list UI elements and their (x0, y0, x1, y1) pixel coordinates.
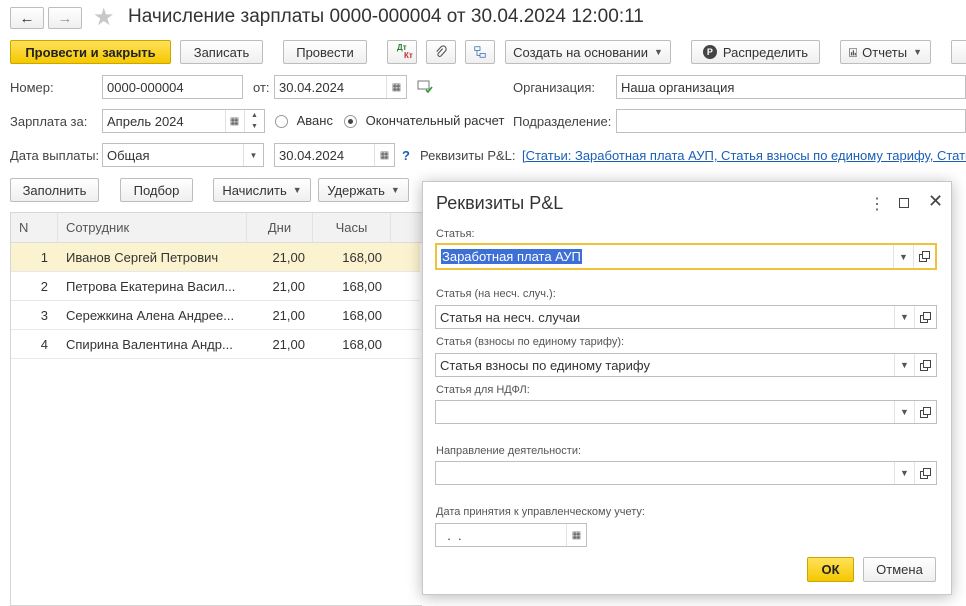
arrow-right-icon: → (57, 9, 73, 27)
table-row[interactable]: 2 Петрова Екатерина Васил... 21,00 168,0… (10, 272, 420, 301)
article-field[interactable]: Заработная плата АУП ▼ (435, 243, 937, 270)
chevron-down-icon: ▼ (292, 185, 302, 195)
direction-field[interactable]: ▼ (435, 461, 937, 485)
pay-date-label: Дата выплаты: (10, 148, 100, 163)
ok-button[interactable]: ОК (807, 557, 854, 582)
forward-button[interactable]: → (48, 7, 82, 29)
pay-date-field[interactable]: 30.04.2024 ▦ (274, 143, 395, 167)
calendar-icon[interactable]: ▦ (374, 144, 394, 166)
open-icon[interactable] (914, 401, 936, 423)
table-header: N Сотрудник Дни Часы (10, 212, 480, 243)
column-header-days[interactable]: Дни (247, 212, 313, 242)
chevron-down-icon: ▼ (653, 47, 663, 57)
withhold-button[interactable]: Удержать ▼ (318, 178, 409, 202)
contributions-article-field[interactable]: Статья взносы по единому тарифу ▼ (435, 353, 937, 377)
division-field[interactable] (616, 109, 966, 133)
comment-icon[interactable] (417, 80, 433, 97)
paperclip-icon (436, 45, 447, 57)
final-calc-radio-circle[interactable] (344, 115, 357, 129)
pl-label: Реквизиты P&L: (420, 148, 516, 163)
arrow-left-icon: ← (19, 9, 35, 27)
close-icon[interactable]: ✕ (928, 191, 943, 212)
post-button[interactable]: Провести (283, 40, 367, 64)
accident-label: Статья (на несч. случ.): (436, 288, 556, 300)
chevron-down-icon: ▼ (390, 185, 400, 195)
direction-label: Направление деятельности: (436, 445, 582, 457)
reports-button[interactable]: Отчеты ▼ (840, 40, 931, 64)
chevron-down-icon[interactable]: ▼ (894, 462, 914, 484)
chevron-down-icon[interactable]: ▼ (894, 306, 914, 328)
salary-for-label: Зарплата за: (10, 114, 88, 129)
cancel-button[interactable]: Отмена (863, 557, 936, 582)
favorite-star-icon[interactable]: ★ (93, 3, 115, 32)
structure-button[interactable] (465, 40, 495, 64)
contributions-label: Статья (взносы по единому тарифу): (436, 336, 625, 348)
table-row[interactable]: 3 Сережкина Алена Андрее... 21,00 168,00 (10, 301, 420, 330)
dt-kt-icon: Дт Кт (397, 43, 413, 60)
chevron-down-icon[interactable]: ▼ (243, 144, 263, 166)
dt-kt-button[interactable]: Дт Кт (387, 40, 417, 64)
chevron-down-icon[interactable]: ▼ (894, 401, 914, 423)
number-field[interactable]: 0000-000004 (102, 75, 243, 99)
chevron-down-icon[interactable]: ▼ (894, 354, 914, 376)
accident-article-field[interactable]: Статья на несч. случаи ▼ (435, 305, 937, 329)
open-icon[interactable] (913, 245, 935, 268)
table-row[interactable]: 1 Иванов Сергей Петрович 21,00 168,00 (10, 243, 420, 272)
period-stepper[interactable]: ▲ ▼ (244, 110, 264, 132)
ndfl-label: Статья для НДФЛ: (436, 384, 530, 396)
table-row[interactable]: 4 Спирина Валентина Андр... 21,00 168,00 (10, 330, 420, 359)
accrue-button[interactable]: Начислить ▼ (213, 178, 311, 202)
division-label: Подразделение: (513, 114, 612, 129)
select-button[interactable]: Подбор (120, 178, 193, 202)
accounting-date-field[interactable]: . . ▦ (435, 523, 587, 547)
dialog-title: Реквизиты P&L (436, 193, 564, 213)
post-and-close-button[interactable]: Провести и закрыть (10, 40, 171, 64)
number-label: Номер: (10, 80, 54, 95)
pay-type-select[interactable]: Общая ▼ (102, 143, 264, 167)
back-button[interactable]: ← (10, 7, 44, 29)
help-icon[interactable]: ? (402, 148, 410, 163)
final-calc-radio[interactable]: Окончательный расчет (344, 113, 504, 129)
report-icon (849, 47, 858, 57)
salary-period-field[interactable]: Апрель 2024 ▦ ▲ ▼ (102, 109, 265, 133)
maximize-icon[interactable] (899, 198, 909, 208)
open-icon[interactable] (914, 354, 936, 376)
date-field[interactable]: 30.04.2024 ▦ (274, 75, 407, 99)
ndfl-article-field[interactable]: ▼ (435, 400, 937, 424)
create-based-on-button[interactable]: Создать на основании ▼ (505, 40, 671, 64)
pl-link[interactable]: [Статьи: Заработная плата АУП, Статья вз… (522, 148, 966, 163)
organization-field[interactable]: Наша организация (616, 75, 966, 99)
distribute-icon: Р (702, 45, 717, 59)
more-icon[interactable]: ⋮ (869, 194, 885, 214)
pl-requisites-dialog: Реквизиты P&L ⋮ ✕ Статья: Заработная пла… (422, 181, 952, 595)
more-actions-button[interactable] (951, 40, 966, 64)
hierarchy-icon (474, 46, 486, 58)
open-icon[interactable] (914, 462, 936, 484)
window-title: Начисление зарплаты 0000-000004 от 30.04… (128, 6, 644, 27)
calendar-icon[interactable]: ▦ (386, 76, 406, 98)
column-header-n[interactable]: N (10, 212, 58, 242)
column-header-employee[interactable]: Сотрудник (58, 212, 247, 242)
attach-button[interactable] (426, 40, 456, 64)
distribute-button[interactable]: Р Распределить (691, 40, 820, 64)
organization-label: Организация: (513, 80, 596, 95)
column-header-hours[interactable]: Часы (313, 212, 391, 242)
calendar-icon[interactable]: ▦ (566, 524, 586, 546)
chevron-down-icon[interactable]: ▼ (893, 245, 913, 268)
accounting-date-label: Дата принятия к управленческому учету: (436, 506, 645, 518)
fill-button[interactable]: Заполнить (10, 178, 99, 202)
calendar-icon[interactable]: ▦ (225, 110, 243, 132)
open-icon[interactable] (914, 306, 936, 328)
chevron-down-icon: ▼ (913, 47, 922, 57)
advance-radio[interactable]: Аванс (275, 113, 333, 129)
article-label: Статья: (436, 228, 475, 240)
advance-radio-circle[interactable] (275, 115, 288, 129)
save-button[interactable]: Записать (180, 40, 263, 64)
date-label: от: (253, 80, 270, 95)
